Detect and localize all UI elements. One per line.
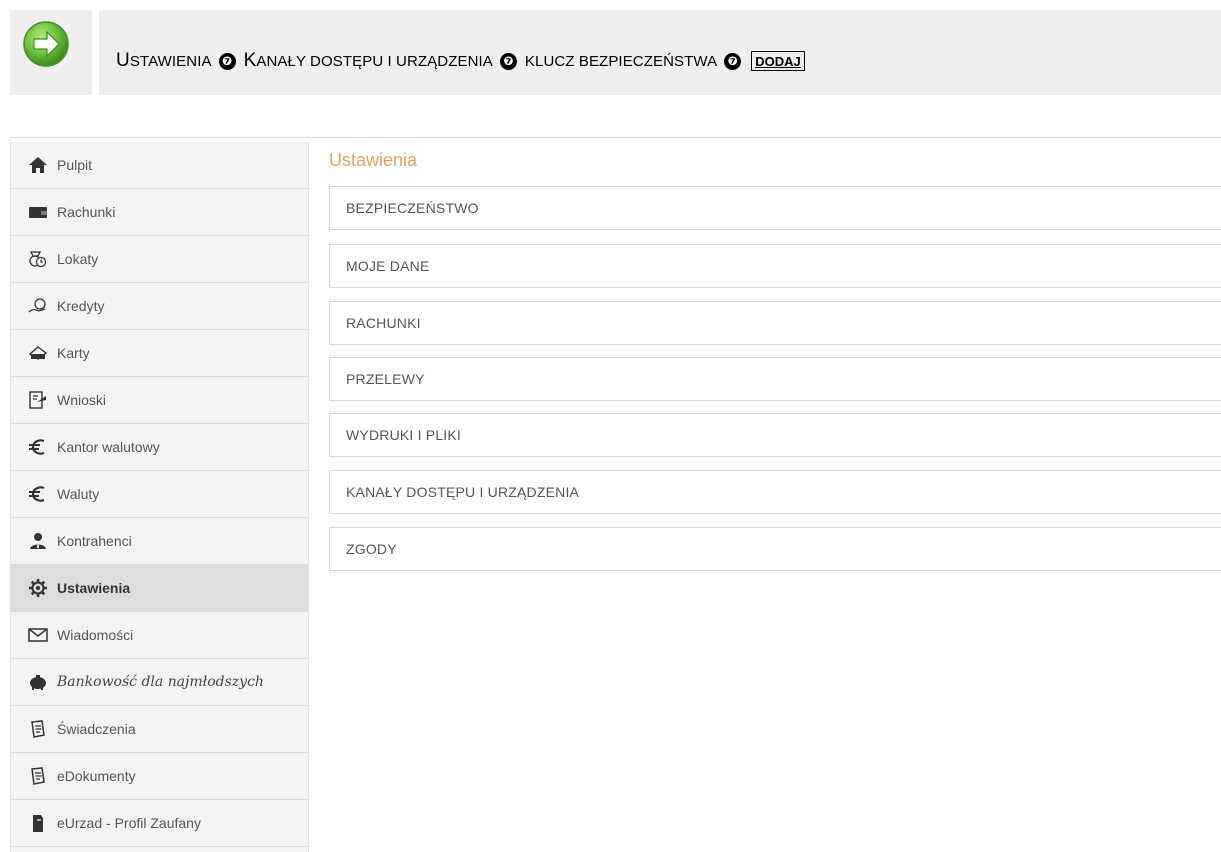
sidebar-item-label: Rachunki (57, 204, 116, 220)
instruction-step-channels: Kanały dostępu i urządzenia (244, 50, 493, 72)
sidebar-item-wiadomosci[interactable]: Wiadomości (11, 612, 308, 659)
sidebar-item-rachunki[interactable]: Rachunki (11, 189, 308, 236)
step-first-letter: U (116, 50, 130, 71)
sidebar-item-ustawienia[interactable]: Ustawienia (11, 565, 308, 612)
instruction-step-security-key: klucz bezpieczeństwa (525, 50, 717, 72)
card-icon (27, 343, 49, 363)
sidebar-item-kontrahenci[interactable]: Kontrahenci (11, 518, 308, 565)
settings-section-2[interactable]: RACHUNKI (329, 301, 1221, 345)
settings-section-4[interactable]: WYDRUKI I PLIKI (329, 413, 1221, 457)
euro-icon (27, 437, 49, 457)
sidebar-item-kantor-walutowy[interactable]: Kantor walutowy (11, 424, 308, 471)
settings-section-1[interactable]: MOJE DANE (329, 244, 1221, 288)
step-separator-icon: ❼ (218, 52, 236, 70)
sidebar-item-eurzad-profil-zaufany[interactable]: eUrzad - Profil Zaufany (11, 800, 308, 847)
sidebar-item-label: Wnioski (57, 392, 107, 408)
deposit-clock-icon (27, 249, 49, 269)
settings-section-3[interactable]: PRZELEWY (329, 357, 1221, 401)
sidebar-item-label: Wiadomości (57, 627, 134, 643)
sidebar-item-wnioski[interactable]: Wnioski (11, 377, 308, 424)
green-arrow-icon (23, 21, 69, 67)
piggy-bank-icon (27, 672, 49, 692)
step-text: stawienia (129, 53, 212, 70)
credit-hand-icon (27, 296, 49, 316)
sidebar-item-label: Kantor walutowy (57, 439, 160, 455)
gear-icon (27, 578, 49, 598)
step-first-letter: K (243, 50, 257, 71)
step-separator-icon: ❼ (724, 52, 742, 70)
document-icon (27, 719, 49, 739)
sidebar-item-edokumenty[interactable]: eDokumenty (11, 753, 308, 800)
instruction-banner: Ustawienia ❼ Kanały dostępu i urządzenia… (99, 10, 1221, 95)
sidebar-nav: Pulpit Rachunki Lokaty Kredyty Karty Wnioski K… (10, 142, 309, 852)
instruction-step-settings: Ustawienia (116, 50, 212, 72)
settings-section-6[interactable]: ZGODY (329, 527, 1221, 571)
step-text: anały dostępu i urządzenia (256, 53, 493, 70)
sidebar-item-label: Lokaty (57, 251, 99, 267)
settings-section-0[interactable]: BEZPIECZEŃSTWO (329, 186, 1221, 230)
instruction-icon-box (10, 10, 92, 95)
instruction-step-add: dodaj (751, 51, 805, 71)
settings-section-5[interactable]: KANAŁY DOSTĘPU I URZĄDZENIA (329, 470, 1221, 514)
sidebar-item-bankowosc-dla-najmlodszych[interactable]: Bankowość dla najmłodszych (11, 659, 308, 706)
sidebar-item-label: eDokumenty (57, 768, 136, 784)
home-icon (27, 155, 49, 175)
sidebar-item-label: Świadczenia (57, 721, 136, 737)
sidebar-item-karty[interactable]: Karty (11, 330, 308, 377)
sidebar-item-label: Ustawienia (57, 580, 131, 596)
sidebar-item-label: Pulpit (57, 157, 93, 173)
sidebar-item-kredyty[interactable]: Kredyty (11, 283, 308, 330)
sidebar-item-label: Bankowość dla najmłodszych (57, 674, 264, 690)
step-separator-icon: ❼ (499, 52, 517, 70)
envelope-icon (27, 625, 49, 645)
sidebar-item-swiadczenia[interactable]: Świadczenia (11, 706, 308, 753)
wallet-icon (27, 202, 49, 222)
sidebar-item-label: Kontrahenci (57, 533, 132, 549)
euro-icon (27, 484, 49, 504)
sidebar-item-label: Waluty (57, 486, 100, 502)
page-title: Ustawienia (329, 150, 418, 170)
sidebar-item-label: Karty (57, 345, 90, 361)
content-top-border (10, 137, 1221, 138)
step-text: klucz bezpieczeństwa (524, 53, 718, 70)
document-icon (27, 766, 49, 786)
sidebar-item-waluty[interactable]: Waluty (11, 471, 308, 518)
sidebar-item-lokaty[interactable]: Lokaty (11, 236, 308, 283)
application-form-icon (27, 390, 49, 410)
profile-document-icon (27, 813, 49, 833)
sidebar-item-label: Kredyty (57, 298, 105, 314)
sidebar-item-label: eUrzad - Profil Zaufany (57, 815, 201, 831)
contact-person-icon (27, 531, 49, 551)
instruction-path: Ustawienia ❼ Kanały dostępu i urządzenia… (116, 48, 805, 74)
sidebar-item-pulpit[interactable]: Pulpit (11, 142, 308, 189)
